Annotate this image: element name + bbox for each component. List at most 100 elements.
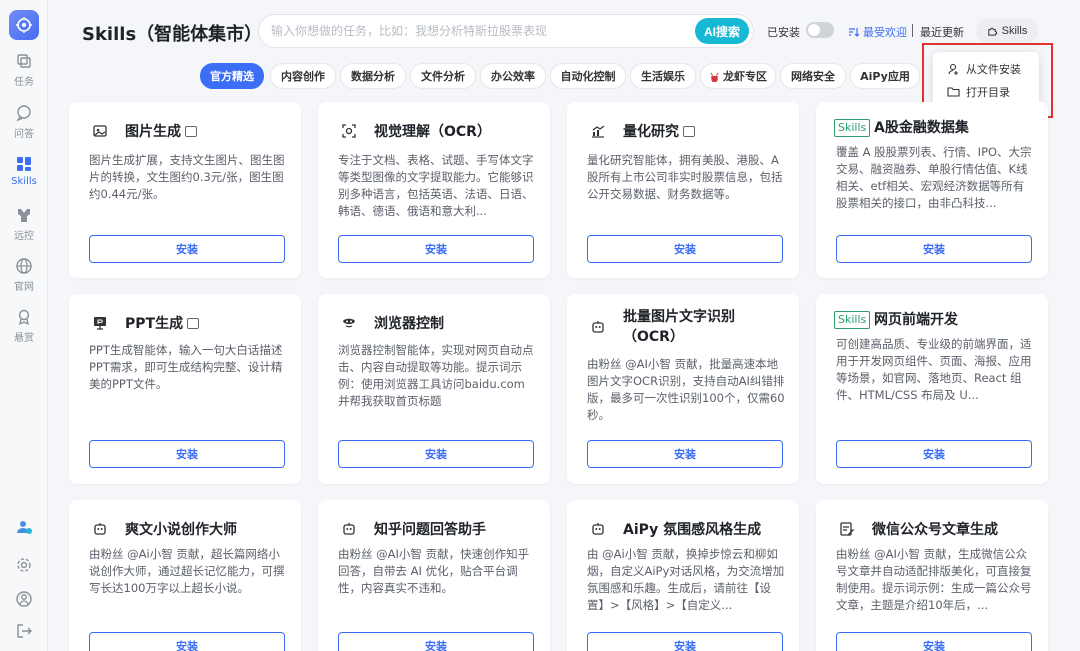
tab-lobster-zone[interactable]: 龙虾专区 [700,63,776,89]
cloud-user-icon[interactable] [15,518,33,536]
skill-card-ppt-generation[interactable]: PPT生成 PPT生成智能体，输入一句大白话描述PPT需求，即可生成结构完整、设… [69,294,301,484]
card-description: 量化研究智能体，拥有美股、港股、A股所有上市公司非实时股票信息，包括公开交易数据… [587,153,783,201]
card-description: 浏览器控制智能体，实现对网页自动点击、内容自动提取等功能。提示词示例：使用浏览器… [338,343,534,408]
skill-card-wechat-article[interactable]: 微信公众号文章生成 由粉丝 @AI小智 贡献，生成微信公众号文章并自动适配排版美… [816,500,1048,651]
installed-filter-label: 已安装 [767,26,800,39]
sidebar-item-label: 任务 [14,77,34,88]
install-button[interactable]: 安装 [836,632,1032,651]
tab-data-analysis[interactable]: 数据分析 [340,63,406,89]
skill-card-ocr[interactable]: 视觉理解（OCR） 专注于文档、表格、试题、手写体文字等类型图像的文字提取能力。… [318,102,550,278]
tab-network-security[interactable]: 网络安全 [780,63,846,89]
skill-card-zhihu-answer[interactable]: 知乎问题回答助手 由粉丝 @AI小智 贡献，快速创作知乎回答，自带去 AI 优化… [318,500,550,651]
sidebar-item-skills[interactable]: Skills [0,155,48,199]
card-title: 爽文小说创作大师 [125,522,237,538]
brain-logo-icon [16,17,32,33]
card-title: 视觉理解（OCR） [374,124,491,140]
desktop-badge-icon [187,318,200,329]
chat-icon [16,105,31,122]
presentation-icon [89,312,111,334]
skill-card-quant-research[interactable]: 量化研究 量化研究智能体，拥有美股、港股、A股所有上市公司非实时股票信息，包括公… [567,102,799,278]
skill-card-frontend-dev[interactable]: Skills 网页前端开发 可创建高品质、专业级的前端界面，适用于开发网页组件、… [816,294,1048,484]
sidebar-item-label: 问答 [14,129,34,140]
skill-card-image-generation[interactable]: 图片生成 图片生成扩展，支持文生图片、图生图片的转换，文生图约0.3元/张，图生… [69,102,301,278]
install-button[interactable]: 安装 [338,440,534,468]
user-profile-icon[interactable] [15,590,33,608]
card-title: 图片生成 [125,122,290,142]
install-button[interactable]: 安装 [89,235,285,263]
tab-lobster-zone-label: 龙虾专区 [723,70,767,83]
card-description: 图片生成扩展，支持文生图片、图生图片的转换，文生图约0.3元/张，图生图约0.4… [89,153,285,201]
settings-gear-icon[interactable] [15,556,33,574]
skills-menu-button[interactable]: Skills [976,18,1038,44]
sort-popular-label: 最受欢迎 [863,26,907,39]
sort-recent-option[interactable]: 最近更新 [920,24,964,40]
install-button[interactable]: 安装 [836,440,1032,468]
card-description: 由粉丝 @AI小智 贡献，生成微信公众号文章并自动适配排版美化，可直接复制使用。… [836,547,1032,612]
tab-lifestyle[interactable]: 生活娱乐 [630,63,696,89]
card-description: 可创建高品质、专业级的前端界面，适用于开发网页组件、页面、海报、应用等场景，如官… [836,337,1032,402]
card-title: AiPy 氛围感风格生成 [623,522,762,538]
skill-card-a-share-dataset[interactable]: Skills A股金融数据集 覆盖 A 股股票列表、行情、IPO、大宗交易、融资… [816,102,1048,278]
scan-icon [338,120,360,142]
skill-card-browser-control[interactable]: 浏览器控制 浏览器控制智能体，实现对网页自动点击、内容自动提取等功能。提示词示例… [318,294,550,484]
left-sidebar: 任务 问答 Skills 远控 官网 悬赏 [0,0,48,651]
card-description: 由粉丝 @AI小智 贡献，快速创作知乎回答，自带去 AI 优化，贴合平台调性，内… [338,547,530,595]
globe-icon [16,258,32,274]
card-description: PPT生成智能体，输入一句大白话描述PPT需求，即可生成结构完整、设计精美的PP… [89,343,283,391]
skills-tag-badge: Skills [834,311,871,329]
desktop-badge-icon [185,126,197,137]
robot-icon [587,518,609,540]
browser-agent-icon [338,312,360,334]
skill-card-batch-ocr[interactable]: 批量图片文字识别（OCR） 由粉丝 @AI小智 贡献，批量高速本地图片文字OCR… [567,294,799,484]
tab-official-picks[interactable]: 官方精选 [200,63,264,89]
search-box: AI搜索 [258,14,754,48]
card-description: 专注于文档、表格、试题、手写体文字等类型图像的文字提取能力。它能够识别多种语言，… [338,153,534,218]
card-description: 由粉丝 @AI小智 贡献，批量高速本地图片文字OCR识别，支持自动AI纠错排版，… [587,357,785,422]
skill-card-novel-writer[interactable]: 爽文小说创作大师 由粉丝 @Ai小智 贡献，超长篇网络小说创作大师，通过超长记忆… [69,500,301,651]
card-title: 浏览器控制 [374,316,444,332]
sidebar-item-tasks[interactable]: 任务 [0,52,48,96]
tab-content-creation[interactable]: 内容创作 [270,63,336,89]
tab-file-analysis[interactable]: 文件分析 [410,63,476,89]
reward-icon [18,309,30,326]
install-button[interactable]: 安装 [587,632,783,651]
card-description: 由 @Ai小智 贡献，换掉步惊云和柳如烟，自定义AiPy对话风格，为交流增加氛围… [587,547,785,612]
card-title: PPT生成 [125,314,290,334]
skills-menu-label: Skills [1001,25,1028,37]
sidebar-item-qa[interactable]: 问答 [0,104,48,148]
install-button[interactable]: 安装 [338,235,534,263]
sidebar-item-label: 悬赏 [14,333,34,344]
installed-toggle[interactable] [806,22,834,38]
install-button[interactable]: 安装 [836,235,1032,263]
logout-icon[interactable] [15,622,33,640]
tab-office-efficiency[interactable]: 办公效率 [480,63,546,89]
desktop-badge-icon [683,126,695,137]
install-button[interactable]: 安装 [587,440,783,468]
chart-trend-icon [587,120,609,142]
sidebar-item-reward[interactable]: 悬赏 [0,308,48,352]
install-button[interactable]: 安装 [89,632,285,651]
sort-divider [912,24,913,37]
ai-search-button[interactable]: AI搜索 [695,18,749,44]
tab-automation-control[interactable]: 自动化控制 [550,63,626,89]
install-button[interactable]: 安装 [89,440,285,468]
edit-document-icon [836,518,858,540]
sort-popular-option[interactable]: 最受欢迎 [848,24,907,40]
lobster-icon [710,72,719,82]
install-button[interactable]: 安装 [587,235,783,263]
page-title: Skills（智能体集市） [82,24,263,45]
search-input[interactable] [271,15,691,47]
app-logo[interactable] [9,10,39,40]
sidebar-item-label: 官网 [14,282,34,293]
tab-aipy-apps[interactable]: AiPy应用 [850,63,920,89]
sidebar-item-website[interactable]: 官网 [0,257,48,301]
skill-card-aipy-style[interactable]: AiPy 氛围感风格生成 由 @Ai小智 贡献，换掉步惊云和柳如烟，自定义AiP… [567,500,799,651]
install-button[interactable]: 安装 [338,632,534,651]
card-title: 知乎问题回答助手 [374,522,486,538]
sidebar-item-label: Skills [11,176,37,187]
sidebar-item-remote[interactable]: 远控 [0,206,48,250]
card-description: 覆盖 A 股股票列表、行情、IPO、大宗交易、融资融券、单股行情估值、K线相关、… [836,145,1032,210]
card-title: 量化研究 [623,122,788,142]
puzzle-icon [987,27,997,36]
remote-control-icon [18,209,30,222]
